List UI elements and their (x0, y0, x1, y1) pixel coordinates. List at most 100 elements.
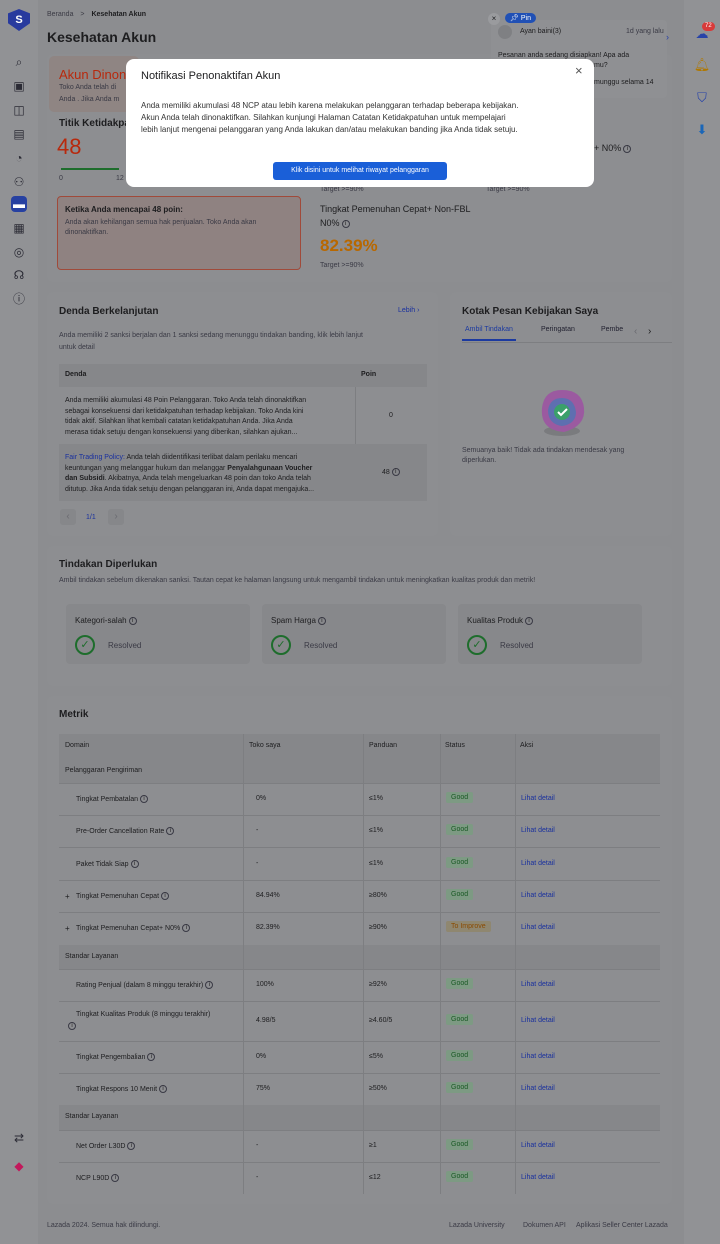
detail-link[interactable]: Lihat detail (521, 1017, 555, 1024)
expand-plus-icon[interactable]: + (65, 892, 70, 901)
metric-mine: - (256, 827, 259, 834)
finance-icon[interactable]: ▦ (11, 220, 27, 236)
metrics-group-row (59, 945, 660, 969)
headset-icon[interactable]: ☊ (11, 267, 27, 283)
penalty-row-2-bold: Penyalahgunaan Voucher (227, 464, 313, 472)
chevron-right-icon[interactable]: › (666, 32, 669, 42)
penalty-more-link[interactable]: Lebih › (398, 307, 419, 314)
status-badge: Good (446, 1082, 474, 1093)
breadcrumb-home[interactable]: Beranda (47, 11, 73, 18)
actions-title: Tindakan Diperlukan (59, 559, 158, 570)
shopping-bag-icon[interactable]: ◫ (11, 102, 27, 118)
info-icon[interactable]: i (111, 1174, 120, 1182)
action-item[interactable] (458, 604, 642, 664)
metric-guide: ≥90% (369, 924, 387, 931)
detail-link[interactable]: Lihat detail (521, 1053, 555, 1060)
info-icon[interactable]: i (317, 616, 326, 625)
status-title: Akun Dinona (59, 67, 134, 82)
check-circle-icon: ✓ (467, 635, 487, 655)
download-icon[interactable]: ⬇ (693, 121, 711, 139)
shield-icon[interactable]: ⛉ (693, 89, 711, 107)
chart-icon[interactable]: ◔ (11, 150, 27, 166)
detail-link[interactable]: Lihat detail (521, 981, 555, 988)
detail-link[interactable]: Lihat detail (521, 892, 555, 899)
footer-link[interactable]: Dokumen API (523, 1222, 566, 1229)
metrics-group-row (59, 759, 660, 783)
footer-link[interactable]: Aplikasi Seller Center Lazada (576, 1222, 668, 1229)
metric-name: Tingkat Pemenuhan Cepat+ N0% i (76, 924, 191, 932)
detail-link[interactable]: Lihat detail (521, 1174, 555, 1181)
table-row (59, 1001, 660, 1041)
tab-pemberitahuan[interactable]: Pembe (601, 326, 623, 333)
metrics-group-row (59, 1105, 660, 1130)
footer-link[interactable]: Lazada University (449, 1222, 505, 1229)
info-icon[interactable]: i (128, 616, 137, 625)
metric-guide: ≤5% (369, 1053, 383, 1060)
pager-next-button[interactable]: › (108, 509, 124, 525)
check-circle-icon: ✓ (271, 635, 291, 655)
divider (243, 734, 244, 1194)
tab-peringatan[interactable]: Peringatan (541, 326, 575, 333)
penalty-row-1-line: merasa tidak setuju dengan konsekuensi y… (65, 428, 298, 436)
info-icon[interactable]: i (182, 924, 191, 932)
chat-close-button[interactable]: × (488, 13, 500, 25)
metric-mine: 0% (256, 795, 267, 802)
bell-icon[interactable]: 🔔︎ (693, 56, 711, 74)
ads-icon[interactable]: ▤ (11, 126, 27, 142)
info-icon[interactable]: i (147, 1053, 156, 1061)
help-icon[interactable]: ⓘ (11, 291, 27, 307)
growth-icon[interactable]: ◎ (11, 244, 27, 260)
right-sidebar: ☁ 72 🔔︎ ⛉ ⬇ (684, 0, 720, 1244)
app-logo[interactable]: S (8, 9, 30, 31)
notification-badge: 72 (702, 22, 715, 31)
detail-link[interactable]: Lihat detail (521, 924, 555, 931)
fair-trading-link[interactable]: Fair Trading Policy: (65, 454, 125, 461)
info-icon[interactable]: i (391, 468, 400, 476)
info-icon[interactable]: i (159, 1085, 168, 1093)
action-item[interactable] (66, 604, 250, 664)
close-icon[interactable]: × (575, 63, 583, 78)
detail-link[interactable]: Lihat detail (521, 1142, 555, 1149)
metric-mine: 0% (256, 1053, 267, 1060)
modal-body: Anda memiliki akumulasi 48 NCP atau lebi… (141, 100, 586, 136)
expand-plus-icon[interactable]: + (65, 924, 70, 933)
status-badge: Good (446, 1171, 474, 1182)
info-icon[interactable]: i (127, 1142, 136, 1150)
info-icon[interactable]: i (140, 795, 148, 803)
chevron-left-icon[interactable]: ‹ (634, 326, 637, 337)
health-icon[interactable]: ▬ (11, 196, 27, 212)
status-badge: Good (446, 1014, 474, 1025)
store-icon[interactable]: ▣ (11, 78, 27, 94)
status-badge: Good (446, 792, 474, 803)
metrics-group-label: Standar Layanan (65, 953, 119, 960)
detail-link[interactable]: Lihat detail (521, 827, 555, 834)
info-icon[interactable]: i (68, 1022, 76, 1030)
info-icon[interactable]: i (166, 827, 175, 835)
users-icon[interactable]: ⚇ (11, 174, 27, 190)
metric-mine: 82.39% (256, 924, 280, 931)
ncp-scale-0: 0 (59, 175, 63, 182)
tab-ambil-tindakan[interactable]: Ambil Tindakan (462, 326, 516, 341)
translate-icon[interactable]: ⇄ (11, 1130, 27, 1146)
ncp-scale-12: 12 (116, 175, 124, 182)
info-icon[interactable]: i (205, 981, 214, 989)
view-violation-history-button[interactable]: Klik disini untuk melihat riwayat pelang… (273, 162, 447, 180)
info-icon[interactable]: i (161, 892, 170, 900)
info-icon[interactable]: i (623, 144, 632, 153)
info-icon[interactable]: i (341, 219, 350, 228)
action-item[interactable] (262, 604, 446, 664)
detail-link[interactable]: Lihat detail (521, 1085, 555, 1092)
metric-guide: ≤1% (369, 860, 383, 867)
fbl-label-2: N0% i (320, 218, 350, 228)
chevron-right-icon[interactable]: › (648, 326, 651, 337)
search-icon[interactable]: ⌕ (11, 54, 27, 70)
penalty-title: Denda Berkelanjutan (59, 306, 159, 317)
page-title: Kesehatan Akun (47, 29, 157, 45)
lazada-icon[interactable]: ◆ (11, 1158, 27, 1174)
detail-link[interactable]: Lihat detail (521, 860, 555, 867)
info-icon[interactable]: i (130, 860, 139, 868)
detail-link[interactable]: Lihat detail (521, 795, 555, 802)
pager-prev-button[interactable]: ‹ (60, 509, 76, 525)
chat-pin-button[interactable]: 📌︎ Pin (505, 13, 536, 23)
info-icon[interactable]: i (525, 616, 534, 625)
